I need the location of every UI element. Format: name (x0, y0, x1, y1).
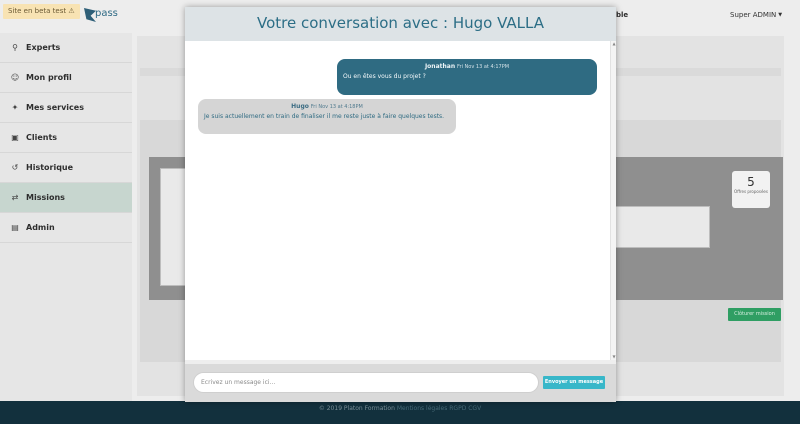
message-composer: Envoyer un message (185, 364, 616, 402)
message-bubble-sent: Jonathan Fri Nov 13 at 4:17PM Ou en êtes… (337, 59, 597, 95)
send-message-button[interactable]: Envoyer un message (543, 376, 605, 389)
message-bubble-received: Hugo Fri Nov 13 at 4:18PM Je suis actuel… (198, 99, 456, 134)
modal-title: Votre conversation avec : Hugo VALLA (257, 14, 544, 32)
message-author: Hugo (291, 103, 309, 110)
message-meta: Jonathan Fri Nov 13 at 4:17PM (343, 63, 591, 70)
conversation-modal: Votre conversation avec : Hugo VALLA Jon… (185, 7, 616, 402)
message-author: Jonathan (424, 63, 456, 70)
message-text: Ou en êtes vous du projet ? (343, 73, 426, 80)
message-time: Fri Nov 13 at 4:17PM (457, 64, 510, 70)
message-meta: Hugo Fri Nov 13 at 4:18PM (204, 103, 450, 110)
message-input[interactable] (193, 372, 539, 393)
modal-header: Votre conversation avec : Hugo VALLA (185, 7, 616, 41)
message-time: Fri Nov 13 at 4:18PM (310, 104, 363, 110)
message-list[interactable]: Jonathan Fri Nov 13 at 4:17PM Ou en êtes… (185, 41, 616, 360)
vertical-scrollbar[interactable]: ▲ ▼ (610, 41, 616, 360)
message-text: Je suis actuellement en train de finalis… (204, 113, 445, 120)
scroll-up-icon[interactable]: ▲ (611, 41, 617, 47)
